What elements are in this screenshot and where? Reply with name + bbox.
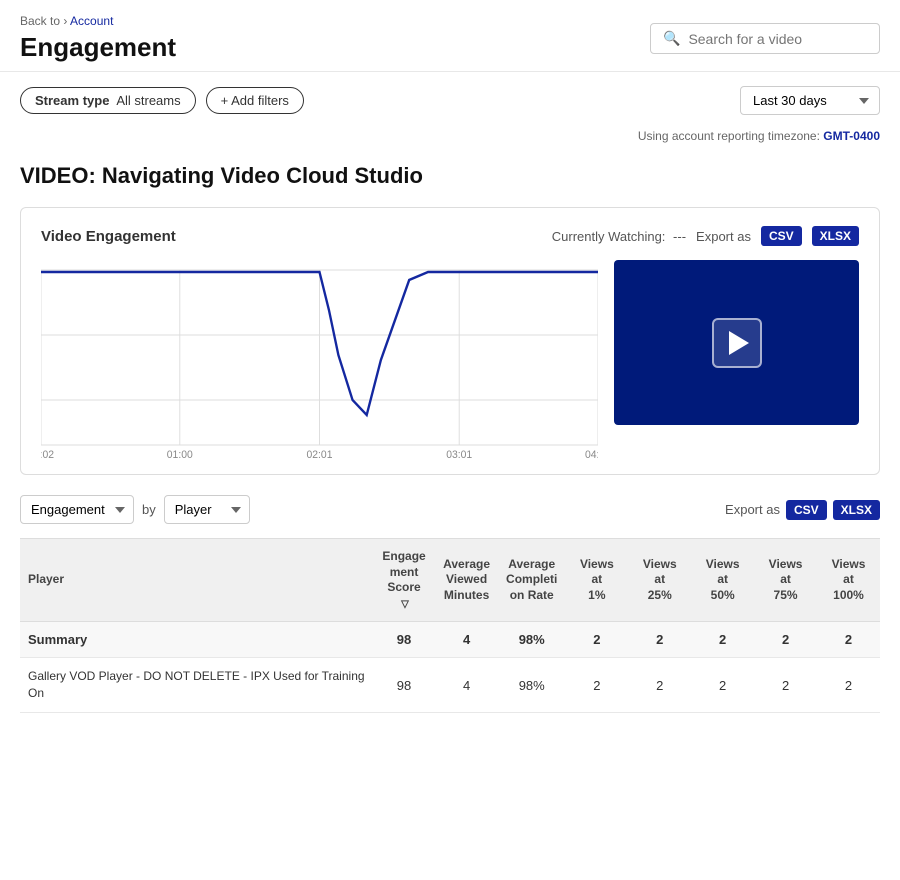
row-avg-completion: 98%	[498, 658, 565, 713]
chart-body: 2 1 0 00:02 01:00 02:01 03:01 04:01	[41, 260, 859, 460]
summary-avg-viewed: 4	[435, 622, 498, 658]
summary-views-25: 2	[628, 622, 691, 658]
table-controls-left: Engagement Views Video by Player Country…	[20, 495, 250, 524]
row-player: Gallery VOD Player - DO NOT DELETE - IPX…	[20, 658, 373, 713]
summary-row: Summary 98 4 98% 2 2 2 2 2	[20, 622, 880, 658]
summary-engagement: 98	[373, 622, 435, 658]
breadcrumb: Back to › Account	[20, 14, 176, 28]
table-xlsx-button[interactable]: XLSX	[833, 500, 880, 520]
date-select-wrapper: Last 30 days Last 7 days Last 90 days Cu…	[740, 86, 880, 115]
col-views-100: Views at100%	[817, 539, 880, 622]
chart-area: 2 1 0 00:02 01:00 02:01 03:01 04:01	[41, 260, 598, 460]
table-row: Gallery VOD Player - DO NOT DELETE - IPX…	[20, 658, 880, 713]
col-engagement: EngagementScore ▽	[373, 539, 435, 622]
chart-header: Video Engagement Currently Watching: ---…	[41, 226, 859, 246]
row-views-75: 2	[754, 658, 817, 713]
csv-export-button[interactable]: CSV	[761, 226, 802, 246]
table-section: Engagement Views Video by Player Country…	[20, 495, 880, 713]
table-csv-button[interactable]: CSV	[786, 500, 827, 520]
row-engagement: 98	[373, 658, 435, 713]
filters-bar: Stream type All streams + Add filters La…	[0, 72, 900, 129]
timezone-link[interactable]: GMT-0400	[823, 129, 880, 143]
play-button[interactable]	[712, 318, 762, 368]
svg-text:04:01: 04:01	[585, 449, 598, 460]
svg-text:01:00: 01:00	[167, 449, 193, 460]
col-views-1: Views at1%	[565, 539, 628, 622]
col-views-75: Views at75%	[754, 539, 817, 622]
summary-views-75: 2	[754, 622, 817, 658]
filters-left: Stream type All streams + Add filters	[20, 87, 304, 114]
dimension-select[interactable]: Player Country Device	[164, 495, 250, 524]
row-avg-viewed: 4	[435, 658, 498, 713]
xlsx-export-button[interactable]: XLSX	[812, 226, 859, 246]
date-range-select[interactable]: Last 30 days Last 7 days Last 90 days Cu…	[740, 86, 880, 115]
video-title-section: VIDEO: Navigating Video Cloud Studio	[0, 153, 900, 207]
svg-text:02:01: 02:01	[307, 449, 333, 460]
add-filter-button[interactable]: + Add filters	[206, 87, 304, 114]
summary-views-100: 2	[817, 622, 880, 658]
add-filter-label: + Add filters	[221, 93, 289, 108]
export-as-label: Export as	[696, 229, 751, 244]
stream-type-value: All streams	[116, 93, 180, 108]
col-avg-viewed: AverageViewedMinutes	[435, 539, 498, 622]
row-views-1: 2	[565, 658, 628, 713]
stream-type-filter[interactable]: Stream type All streams	[20, 87, 196, 114]
row-views-25: 2	[628, 658, 691, 713]
currently-watching-label: Currently Watching: ---	[552, 229, 686, 244]
col-player: Player	[20, 539, 373, 622]
chart-header-right: Currently Watching: --- Export as CSV XL…	[552, 226, 859, 246]
table-export-label: Export as	[725, 502, 780, 517]
timezone-prefix: Using account reporting timezone:	[638, 129, 820, 143]
summary-views-50: 2	[691, 622, 754, 658]
summary-avg-completion: 98%	[498, 622, 565, 658]
svg-text:00:02: 00:02	[41, 449, 54, 460]
summary-views-1: 2	[565, 622, 628, 658]
col-views-25: Views at25%	[628, 539, 691, 622]
search-box[interactable]: 🔍	[650, 23, 880, 54]
video-title: VIDEO: Navigating Video Cloud Studio	[20, 163, 880, 189]
timezone-bar: Using account reporting timezone: GMT-04…	[0, 129, 900, 153]
chart-section: Video Engagement Currently Watching: ---…	[20, 207, 880, 475]
stream-type-label: Stream type	[35, 93, 109, 108]
table-controls-right: Export as CSV XLSX	[725, 500, 880, 520]
group-by-select[interactable]: Engagement Views Video	[20, 495, 134, 524]
row-views-100: 2	[817, 658, 880, 713]
play-icon	[729, 331, 749, 355]
search-input[interactable]	[688, 31, 867, 47]
col-views-50: Views at50%	[691, 539, 754, 622]
page-title: Engagement	[20, 32, 176, 63]
engagement-chart-svg: 2 1 0 00:02 01:00 02:01 03:01 04:01	[41, 260, 598, 460]
svg-text:03:01: 03:01	[446, 449, 472, 460]
chart-title: Video Engagement	[41, 228, 176, 245]
back-label: Back to	[20, 14, 60, 28]
account-link[interactable]: Account	[70, 14, 113, 28]
row-views-50: 2	[691, 658, 754, 713]
summary-label: Summary	[20, 622, 373, 658]
by-label: by	[142, 502, 156, 517]
engagement-table: Player EngagementScore ▽ AverageViewedMi…	[20, 538, 880, 713]
col-avg-completion: AverageCompletion Rate	[498, 539, 565, 622]
search-icon: 🔍	[663, 30, 680, 47]
table-header-row: Player EngagementScore ▽ AverageViewedMi…	[20, 539, 880, 622]
video-thumbnail[interactable]	[614, 260, 859, 425]
table-controls: Engagement Views Video by Player Country…	[20, 495, 880, 524]
